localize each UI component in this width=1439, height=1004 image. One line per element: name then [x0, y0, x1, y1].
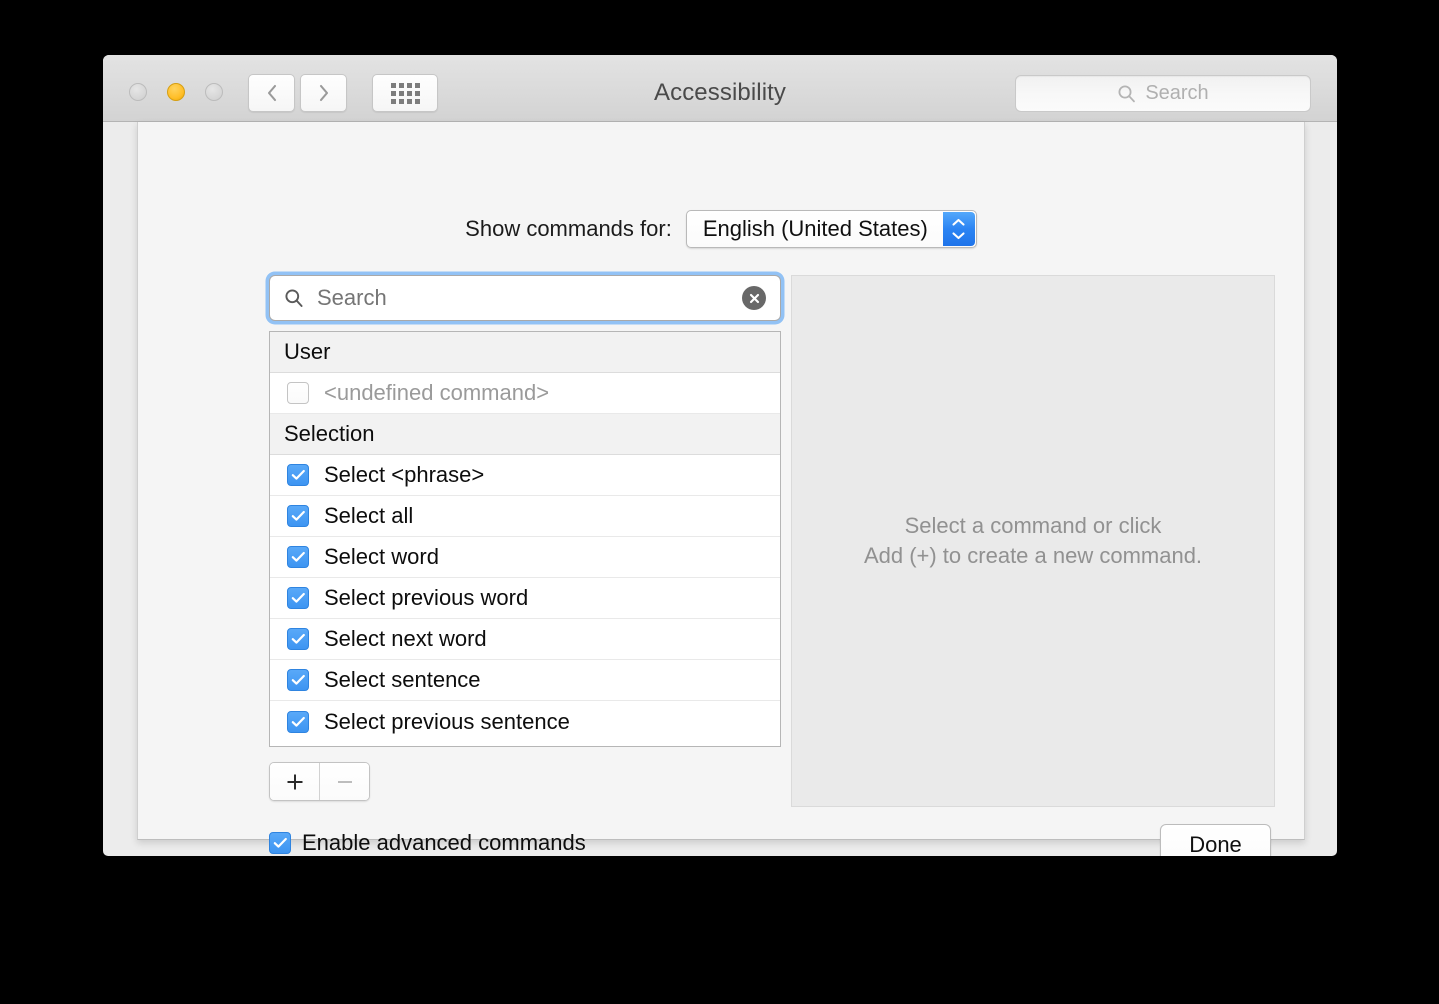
row-label: Select <phrase> [324, 462, 485, 487]
sheet-footer: Enable advanced commands Done [138, 824, 1304, 856]
search-icon [285, 289, 303, 307]
row-label: Select word [324, 544, 439, 569]
done-button[interactable]: Done [1160, 824, 1271, 856]
window-titlebar: Accessibility Search [103, 55, 1337, 122]
toolbar-search-field[interactable]: Search [1015, 75, 1311, 112]
row-label: <undefined command> [324, 380, 550, 405]
accessibility-window: Accessibility Search Show commands for: … [103, 55, 1337, 856]
group-header-user: User [270, 332, 780, 373]
table-row[interactable]: Select all [270, 496, 780, 537]
row-label: Select previous sentence [324, 708, 570, 734]
row-checkbox[interactable] [287, 628, 309, 650]
show-commands-for-label: Show commands for: [465, 216, 672, 241]
checkmark-icon [291, 510, 305, 521]
show-commands-for-row: Show commands for: English (United State… [138, 210, 1304, 248]
table-row[interactable]: Select sentence [270, 660, 780, 701]
checkmark-icon [273, 837, 287, 848]
chevron-up-icon [952, 218, 965, 226]
checkmark-icon [291, 674, 305, 685]
language-popup-button[interactable]: English (United States) [685, 210, 977, 248]
row-label: Select previous word [324, 585, 529, 610]
command-detail-pane: Select a command or click Add (+) to cre… [791, 275, 1275, 807]
checkmark-icon [291, 551, 305, 562]
command-search-input[interactable] [315, 284, 742, 312]
command-search-wrapper [269, 275, 781, 321]
add-remove-segmented-control [269, 762, 370, 801]
detail-placeholder-message: Select a command or click Add (+) to cre… [864, 511, 1202, 572]
checkmark-icon [291, 592, 305, 603]
table-row[interactable]: <undefined command> [270, 373, 780, 414]
row-checkbox[interactable] [287, 546, 309, 568]
plus-icon [287, 774, 302, 789]
add-command-button[interactable] [270, 763, 319, 800]
toolbar-search-placeholder: Search [1145, 82, 1209, 104]
row-checkbox[interactable] [287, 382, 309, 404]
checkmark-icon [291, 469, 305, 480]
enable-advanced-commands-label: Enable advanced commands [302, 830, 586, 855]
table-row[interactable]: Select word [270, 537, 780, 578]
row-checkbox[interactable] [287, 505, 309, 527]
detail-placeholder-line-2: Add (+) to create a new command. [863, 543, 1203, 568]
command-list[interactable]: User <undefined command> Selection Selec… [269, 331, 781, 747]
checkmark-icon [291, 716, 305, 727]
row-label: Select all [324, 503, 414, 528]
enable-advanced-commands-row[interactable]: Enable advanced commands [269, 830, 586, 856]
group-header-selection: Selection [270, 414, 780, 455]
clear-search-button[interactable] [742, 286, 766, 310]
popup-stepper-arrows [942, 212, 975, 246]
table-row[interactable]: Select <phrase> [270, 455, 780, 496]
command-search-field[interactable] [269, 275, 781, 321]
checkmark-icon [291, 633, 305, 644]
minus-icon [337, 780, 352, 783]
close-icon [749, 293, 759, 303]
search-icon [1118, 85, 1136, 103]
row-checkbox[interactable] [287, 710, 309, 733]
detail-placeholder-line-1: Select a command or click [904, 512, 1162, 538]
table-row[interactable]: Select previous sentence [270, 701, 780, 742]
language-popup-value: English (United States) [702, 216, 928, 241]
enable-advanced-commands-checkbox[interactable] [269, 832, 291, 854]
row-label: Select next word [324, 626, 487, 651]
speech-commands-sheet: Show commands for: English (United State… [137, 122, 1305, 856]
table-row[interactable]: Select next word [270, 619, 780, 660]
row-checkbox[interactable] [287, 464, 309, 486]
remove-command-button[interactable] [319, 763, 369, 800]
chevron-down-icon [952, 232, 965, 240]
row-label: Select sentence [324, 667, 481, 692]
row-checkbox[interactable] [287, 587, 309, 609]
row-checkbox[interactable] [287, 669, 309, 691]
table-row[interactable]: Select previous word [270, 578, 780, 619]
